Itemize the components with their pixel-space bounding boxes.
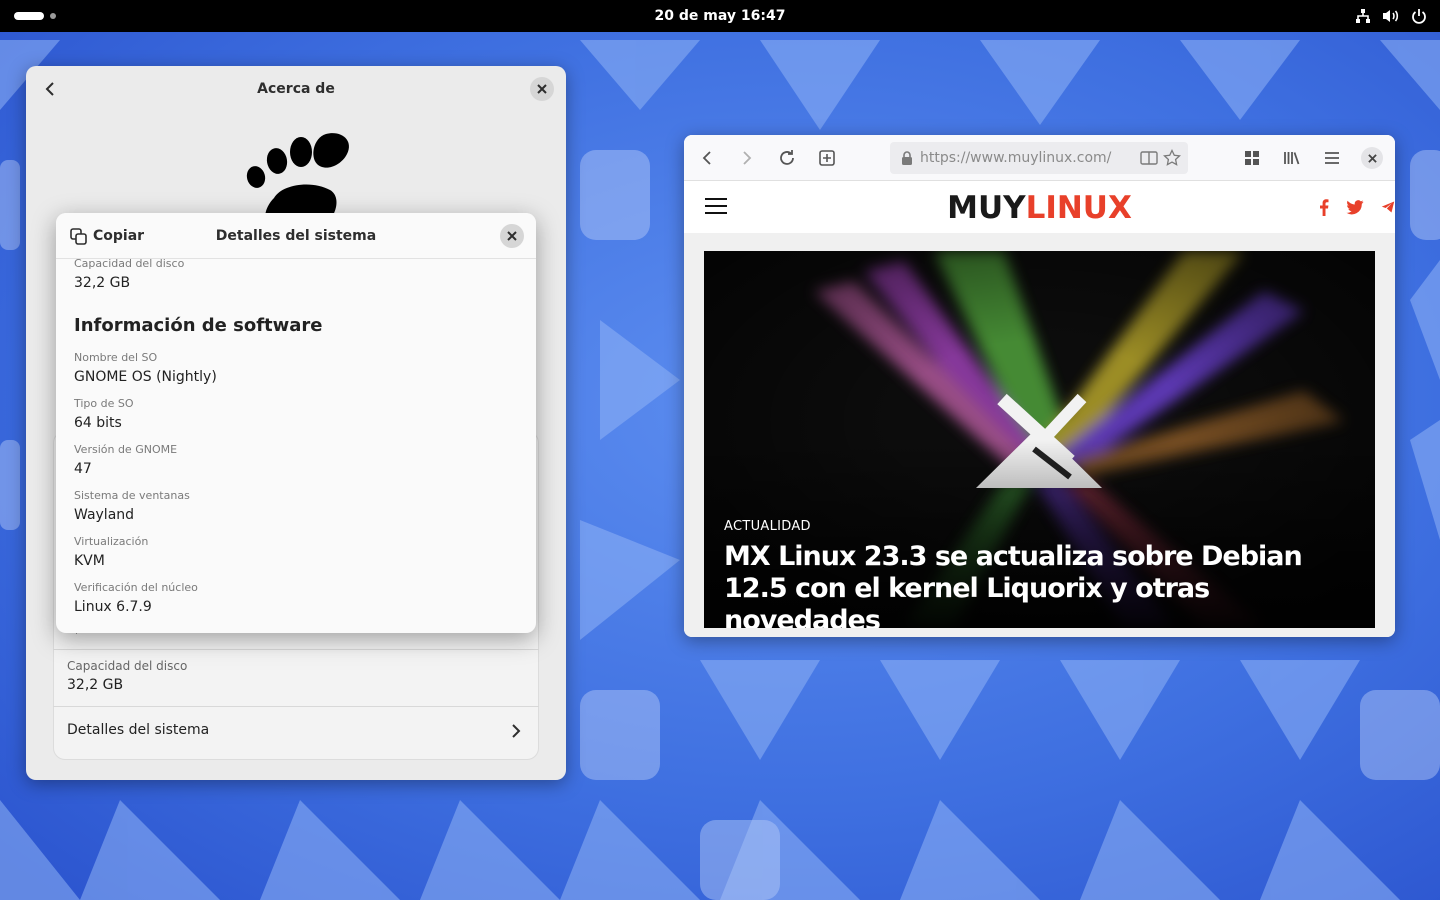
url-bar[interactable]: https://www.muylinux.com/ xyxy=(890,142,1188,174)
article-category[interactable]: ACTUALIDAD xyxy=(724,519,811,534)
field-value: 64 bits xyxy=(74,415,122,431)
volume-icon[interactable] xyxy=(1382,7,1400,25)
featured-article[interactable]: ACTUALIDAD MX Linux 23.3 se actualiza so… xyxy=(704,251,1375,628)
field-label: Nombre del SO xyxy=(74,351,158,364)
field-value: Linux 6.7.9 xyxy=(74,599,152,615)
kernel-field: Verificación del núcleo Linux 6.7.9 xyxy=(74,581,198,617)
about-close-button[interactable] xyxy=(530,77,554,101)
details-scroll-area[interactable]: Capacidad del disco 32,2 GB Información … xyxy=(56,259,536,633)
copy-label: Copiar xyxy=(93,228,145,244)
field-value: 47 xyxy=(74,461,92,477)
divider xyxy=(53,706,539,707)
browser-close-button[interactable] xyxy=(1361,147,1383,169)
workspace-indicator xyxy=(50,13,56,19)
os-type-field: Tipo de SO 64 bits xyxy=(74,397,134,433)
article-headline[interactable]: MX Linux 23.3 se actualiza sobre Debian … xyxy=(724,541,1364,628)
site-menu-icon[interactable] xyxy=(704,197,728,215)
field-label: Tipo de SO xyxy=(74,397,134,410)
disk-value: 32,2 GB xyxy=(67,677,124,693)
library-icon xyxy=(1284,152,1300,165)
reader-view-icon[interactable] xyxy=(1140,150,1158,166)
browser-toolbar: https://www.muylinux.com/ xyxy=(684,135,1395,181)
chevron-right-icon xyxy=(512,724,521,738)
field-label: Verificación del núcleo xyxy=(74,581,198,594)
network-wired-icon[interactable] xyxy=(1354,7,1372,25)
back-button[interactable] xyxy=(40,78,62,100)
virtualization-field: Virtualización KVM xyxy=(74,535,148,571)
close-icon xyxy=(1367,153,1377,163)
telegram-link[interactable] xyxy=(1381,197,1395,217)
menu-button[interactable] xyxy=(1321,147,1343,169)
close-icon xyxy=(537,84,547,94)
copy-icon xyxy=(70,227,87,245)
field-value: GNOME OS (Nightly) xyxy=(74,369,217,385)
divider xyxy=(53,649,539,650)
disk-label: Capacidad del disco xyxy=(67,659,188,673)
copy-button[interactable]: Copiar xyxy=(70,225,144,247)
logo-muy: MUY xyxy=(947,190,1026,226)
extensions-button[interactable] xyxy=(1241,147,1263,169)
top-bar: 20 de may 16:47 xyxy=(0,0,1440,32)
details-header-bar: Detalles del sistema Copiar xyxy=(56,213,536,259)
close-icon xyxy=(507,231,517,241)
facebook-link[interactable] xyxy=(1314,197,1334,217)
twitter-icon xyxy=(1346,199,1364,214)
field-value: KVM xyxy=(74,553,105,569)
details-close-button[interactable] xyxy=(500,224,524,248)
field-label: Sistema de ventanas xyxy=(74,489,190,502)
disk-capacity-field: Capacidad del disco 32,2 GB xyxy=(74,259,184,293)
bookmark-star-icon[interactable] xyxy=(1163,149,1181,167)
logo-linux: LINUX xyxy=(1025,190,1132,226)
details-title: Detalles del sistema xyxy=(215,228,377,244)
chevron-right-icon xyxy=(743,151,752,165)
system-tray[interactable] xyxy=(1354,6,1428,26)
hamburger-icon xyxy=(1325,152,1339,164)
field-label: Capacidad del disco xyxy=(74,259,185,270)
about-header-bar: Acerca de xyxy=(26,66,566,112)
os-name-field: Nombre del SO GNOME OS (Nightly) xyxy=(74,351,217,387)
new-tab-button[interactable] xyxy=(816,147,838,169)
workspace-indicator-active xyxy=(14,12,44,20)
windowing-system-field: Sistema de ventanas Wayland xyxy=(74,489,190,525)
field-label: Virtualización xyxy=(74,535,149,548)
site-logo[interactable]: MUYLINUX xyxy=(947,190,1132,226)
field-value: Wayland xyxy=(74,507,135,523)
field-label: Versión de GNOME xyxy=(74,443,178,456)
facebook-icon xyxy=(1320,198,1329,216)
about-title: Acerca de xyxy=(257,81,335,97)
site-header: MUYLINUX xyxy=(684,181,1395,233)
url-text[interactable]: https://www.muylinux.com/ xyxy=(920,142,1111,174)
clock[interactable]: 20 de may 16:47 xyxy=(655,8,786,24)
browser-window: https://www.muylinux.com/ MUYLINUX ACTUA… xyxy=(684,135,1395,637)
new-tab-icon xyxy=(819,150,835,166)
gnome-version-field: Versión de GNOME 47 xyxy=(74,443,177,479)
grid-icon xyxy=(1245,151,1259,165)
back-button[interactable] xyxy=(697,147,719,169)
reload-icon xyxy=(780,150,794,165)
lock-icon xyxy=(902,151,912,165)
system-details-dialog: Capacidad del disco 32,2 GB Información … xyxy=(56,213,536,633)
activities-button[interactable] xyxy=(14,10,56,22)
chevron-left-icon xyxy=(702,151,711,165)
power-icon[interactable] xyxy=(1410,7,1428,25)
software-section-title: Información de software xyxy=(74,315,323,336)
system-details-label: Detalles del sistema xyxy=(67,722,210,738)
system-details-row[interactable]: Detalles del sistema xyxy=(53,712,539,752)
chevron-left-icon xyxy=(45,82,54,96)
forward-button[interactable] xyxy=(735,147,757,169)
reload-button[interactable] xyxy=(776,147,798,169)
field-value: 32,2 GB xyxy=(74,275,131,291)
library-button[interactable] xyxy=(1281,147,1303,169)
telegram-icon xyxy=(1381,201,1395,213)
twitter-link[interactable] xyxy=(1345,197,1365,217)
